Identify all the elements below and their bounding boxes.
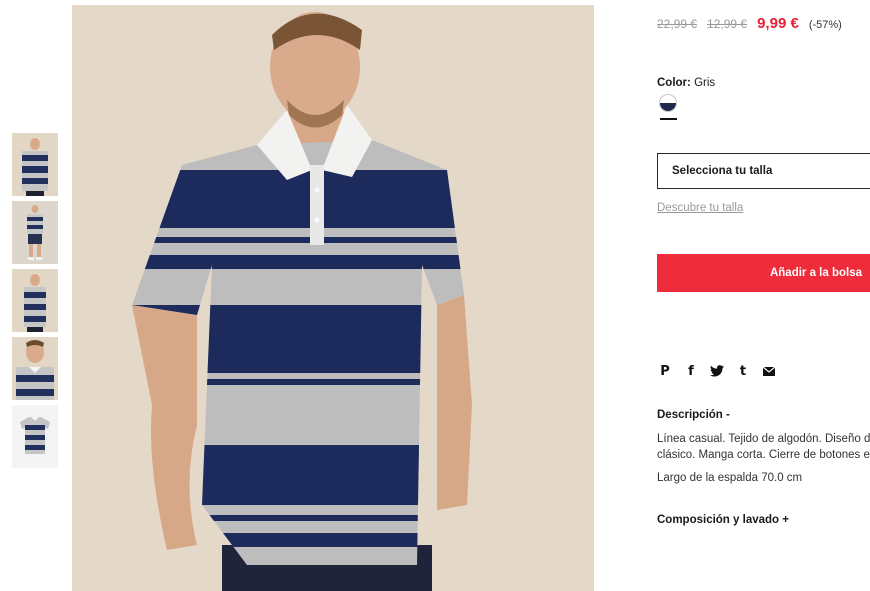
description-toggle[interactable]: Descripción - bbox=[657, 409, 730, 421]
email-icon[interactable] bbox=[761, 363, 777, 379]
back-length-measure: Largo de la espalda 70.0 cm bbox=[657, 472, 803, 484]
facebook-icon[interactable]: f bbox=[683, 363, 699, 379]
tumblr-icon[interactable]: t bbox=[735, 363, 751, 379]
thumbnail-side[interactable] bbox=[12, 269, 58, 332]
product-page: 22,99 € 12,99 € 9,99 € (-57%) Color: Gri… bbox=[0, 0, 870, 591]
product-main-image[interactable] bbox=[72, 5, 594, 591]
description-line: clásico. Manga corta. Cierre de botones … bbox=[657, 448, 870, 461]
color-swatch-grey[interactable] bbox=[660, 95, 676, 111]
thumbnail-full-body[interactable] bbox=[12, 201, 58, 264]
thumbnail-front[interactable] bbox=[12, 133, 58, 196]
pinterest-icon[interactable]: P bbox=[657, 363, 673, 379]
thumbnail-flat-lay[interactable] bbox=[12, 405, 58, 468]
size-guide-link[interactable]: Descubre tu talla bbox=[657, 202, 743, 214]
size-select-label: Selecciona tu talla bbox=[672, 165, 773, 177]
original-price: 22,99 € bbox=[657, 17, 698, 31]
twitter-icon[interactable] bbox=[709, 363, 725, 379]
description-line: Línea casual. Tejido de algodón. Diseño … bbox=[657, 433, 870, 445]
size-select[interactable]: Selecciona tu talla bbox=[657, 153, 870, 189]
color-label-title: Color: bbox=[657, 77, 691, 89]
sale-price: 9,99 € bbox=[757, 15, 799, 32]
description-text: Línea casual. Tejido de algodón. Diseño … bbox=[657, 432, 870, 463]
thumbnail-closeup[interactable] bbox=[12, 337, 58, 400]
color-label: Color: Gris bbox=[657, 77, 715, 89]
share-icons: P f t bbox=[657, 363, 777, 379]
color-value: Gris bbox=[694, 77, 716, 89]
add-to-bag-button[interactable]: Añadir a la bolsa bbox=[657, 254, 870, 292]
discount-badge: (-57%) bbox=[808, 19, 842, 31]
composition-toggle[interactable]: Composición y lavado + bbox=[657, 514, 789, 526]
price-row: 22,99 € 12,99 € 9,99 € (-57%) bbox=[657, 15, 842, 32]
selected-swatch-indicator bbox=[660, 118, 677, 120]
previous-price: 12,99 € bbox=[707, 17, 748, 31]
thumbnail-list bbox=[12, 133, 58, 473]
